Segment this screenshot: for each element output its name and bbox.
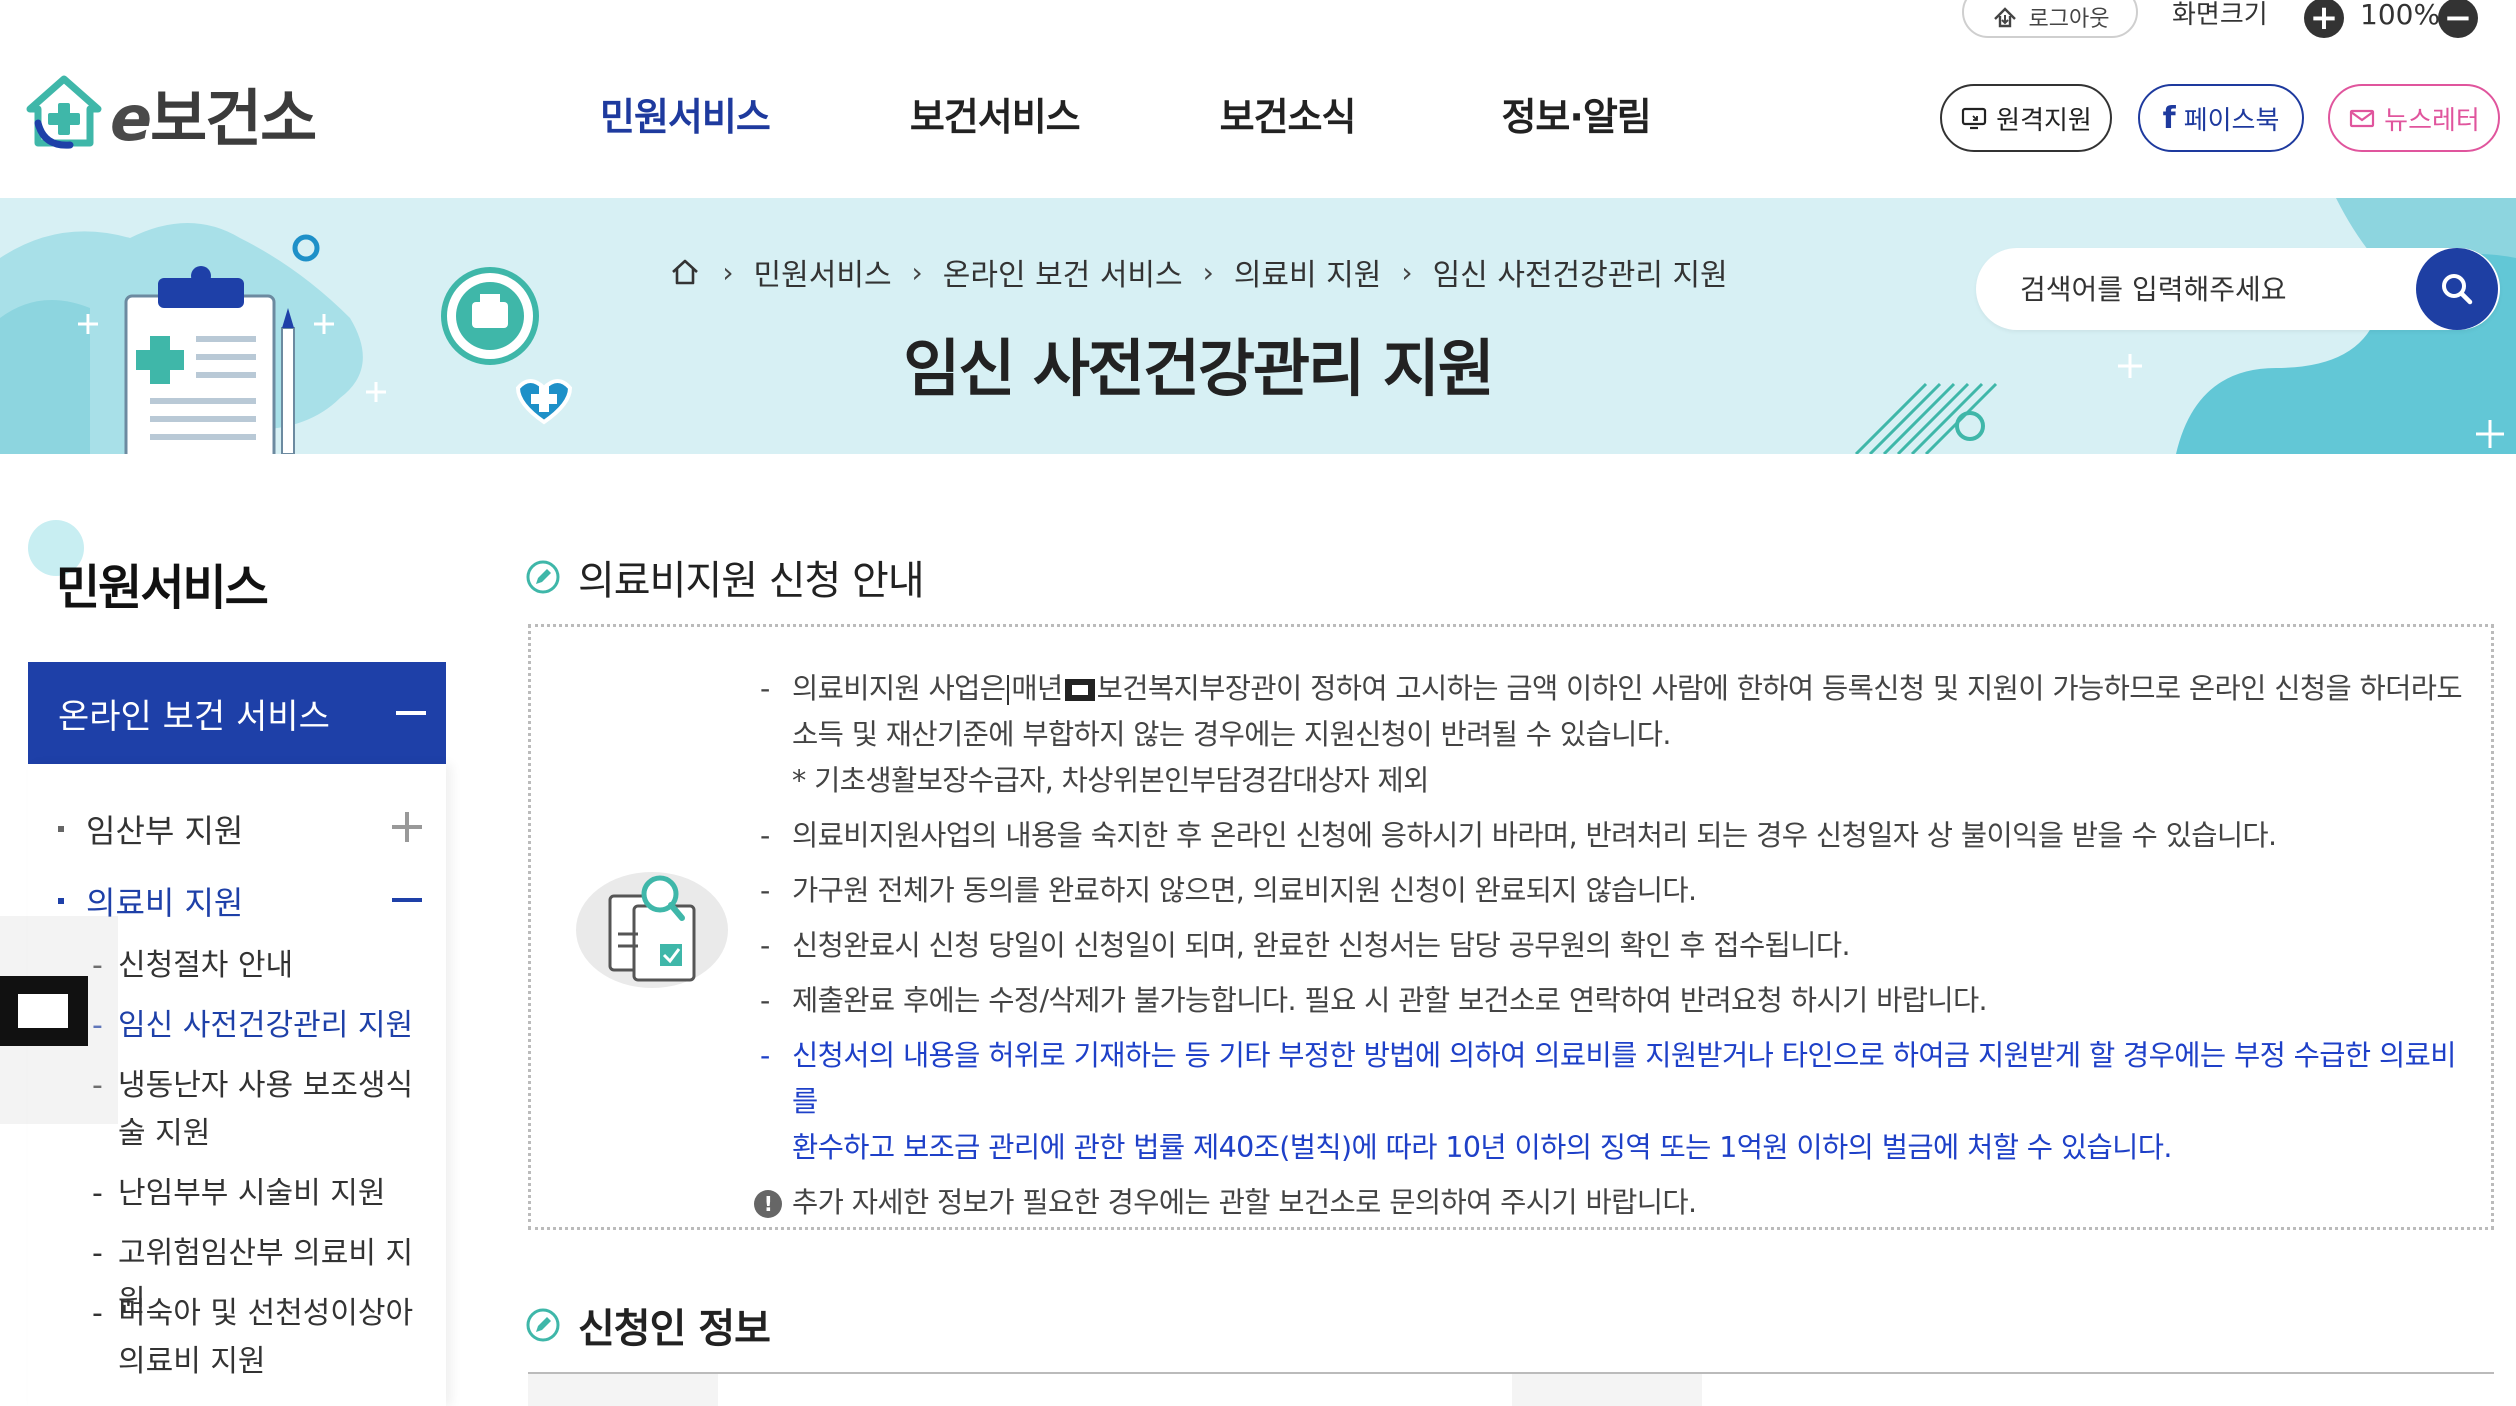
sidebar-title: 민원서비스: [56, 560, 269, 616]
chevron-right-icon: ›: [911, 255, 923, 289]
section-title-text: 의료비지원 신청 안내: [578, 558, 925, 604]
logout-label: 로그아웃: [2028, 7, 2110, 32]
page-banner: › 민원서비스 › 온라인 보건 서비스 › 의료비 지원 › 임신 사전건강관…: [0, 198, 2516, 454]
plus-icon: +: [2309, 0, 2339, 38]
zoom-in-button[interactable]: +: [2304, 0, 2344, 38]
newsletter-label: 뉴스레터: [2384, 105, 2480, 136]
nav-civil-service[interactable]: 민원서비스: [600, 86, 771, 141]
sidebar-subitem[interactable]: - 미숙아 및 선천성이상아 의료비 지원: [92, 1290, 432, 1386]
mouse-cursor-icon: [1064, 679, 1095, 701]
section-title-guide: 의료비지원 신청 안내: [524, 548, 925, 606]
sidebar-item-pregnant-support[interactable]: 임산부 지원: [58, 806, 243, 852]
section-title-applicant: 신청인 정보: [524, 1296, 771, 1354]
text-cursor: [1007, 675, 1010, 705]
collapse-icon: [396, 711, 426, 715]
zoom-value: 100%: [2360, 0, 2441, 31]
main-nav: 민원서비스 보건서비스 보건소식 정보·알림: [600, 86, 1791, 141]
section-title-text: 신청인 정보: [578, 1306, 771, 1352]
remote-monitor-icon: [1962, 107, 1987, 130]
expand-icon[interactable]: [392, 812, 422, 842]
bullet-icon: [58, 898, 64, 904]
sidebar-subitem-active[interactable]: - 임신 사전건강관리 지원: [92, 1002, 432, 1050]
table-top-border: [528, 1372, 2494, 1374]
document-check-icon: [576, 872, 728, 988]
chevron-right-icon: ›: [722, 255, 734, 289]
home-icon[interactable]: [668, 255, 702, 289]
facebook-icon: f: [2162, 100, 2176, 136]
notice-item: 제출완료 후에는 수정/삭제가 불가능합니다. 필요 시 관할 보건소로 연락하…: [756, 978, 2466, 1024]
logo-text: e보건소: [110, 82, 317, 155]
bullet-icon: [58, 826, 64, 832]
house-cross-logo-icon: [26, 75, 102, 149]
search-icon: [2442, 274, 2473, 305]
notice-item: 의료비지원사업의 내용을 숙지한 후 온라인 신청에 응하시기 바라며, 반려처…: [756, 813, 2466, 859]
screen-size-label: 화면크기: [2172, 0, 2268, 30]
nav-health-service[interactable]: 보건서비스: [910, 86, 1081, 141]
search-input[interactable]: [2020, 264, 2380, 314]
sidebar-section-online-health[interactable]: 온라인 보건 서비스: [28, 662, 446, 764]
table-header-cell: [1512, 1374, 1702, 1406]
envelope-icon: [2350, 109, 2375, 128]
notice-item-warning: 신청서의 내용을 허위로 기재하는 등 기타 부정한 방법에 의하여 의료비를 …: [756, 1033, 2466, 1171]
facebook-label: 페이스북: [2183, 105, 2280, 136]
nav-health-news[interactable]: 보건소식: [1220, 86, 1357, 141]
chevron-right-icon: ›: [1401, 255, 1413, 289]
remote-support-button[interactable]: 원격지원: [1940, 84, 2112, 152]
page-title: 임신 사전건강관리 지원: [903, 332, 1495, 405]
breadcrumb-item[interactable]: 민원서비스: [754, 250, 892, 294]
sidebar-subitem[interactable]: - 냉동난자 사용 보조생식술 지원: [92, 1062, 432, 1158]
table-header-cell: [528, 1374, 718, 1406]
pencil-circle-icon: [526, 560, 560, 594]
logout-icon: [1993, 7, 2016, 28]
zoom-out-button[interactable]: −: [2438, 0, 2478, 38]
breadcrumb-item[interactable]: 의료비 지원: [1234, 250, 1382, 294]
notice-item: 신청완료시 신청 당일이 신청일이 되며, 완료한 신청서는 담당 공무원의 확…: [756, 923, 2466, 969]
remote-support-label: 원격지원: [1996, 105, 2092, 136]
site-logo[interactable]: e보건소: [24, 68, 317, 158]
notice-item-info: ! 추가 자세한 정보가 필요한 경우에는 관할 보건소로 문의하여 주시기 바…: [754, 1180, 2466, 1226]
minus-icon: −: [2443, 0, 2473, 38]
utility-bar: 로그아웃 화면크기 + 100% −: [0, 0, 2516, 40]
sidebar-subitem[interactable]: - 난임부부 시술비 지원: [92, 1170, 432, 1218]
logout-button[interactable]: 로그아웃: [1962, 0, 2138, 38]
notice-list: 의료비지원 사업은매년보건복지부장관이 정하여 고시하는 금액 이하인 사람에 …: [754, 666, 2466, 1235]
sidebar-section-label: 온라인 보건 서비스: [58, 696, 330, 737]
breadcrumb-item[interactable]: 임신 사전건강관리 지원: [1433, 250, 1728, 294]
newsletter-button[interactable]: 뉴스레터: [2328, 84, 2500, 152]
sidebar-item-label: 임산부 지원: [86, 812, 244, 850]
chevron-right-icon: ›: [1202, 255, 1214, 289]
notice-item: 가구원 전체가 동의를 완료하지 않으면, 의료비지원 신청이 완료되지 않습니…: [756, 868, 2466, 914]
exclamation-icon: !: [754, 1190, 782, 1218]
notice-item: 의료비지원 사업은매년보건복지부장관이 정하여 고시하는 금액 이하인 사람에 …: [756, 666, 2466, 804]
floating-widget-button[interactable]: [0, 976, 88, 1046]
breadcrumb-item[interactable]: 온라인 보건 서비스: [943, 250, 1183, 294]
collapse-icon[interactable]: [392, 898, 422, 902]
pencil-circle-icon: [526, 1308, 560, 1342]
facebook-button[interactable]: f 페이스북: [2138, 84, 2304, 152]
sidebar-subitem[interactable]: - 신청절차 안내: [92, 942, 432, 990]
search-button[interactable]: [2416, 248, 2498, 330]
nav-info-notice[interactable]: 정보·알림: [1501, 86, 1651, 141]
